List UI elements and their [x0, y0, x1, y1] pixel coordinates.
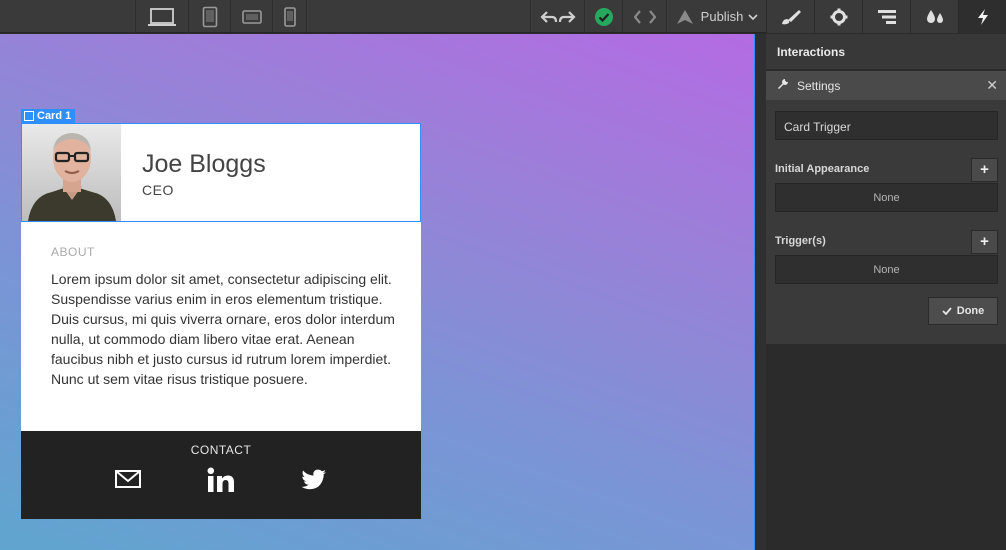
tab-style[interactable]	[766, 0, 814, 33]
twitter-icon[interactable]	[301, 469, 327, 491]
code-view-button[interactable]	[622, 0, 666, 33]
drops-icon	[926, 9, 943, 23]
tab-navigator[interactable]	[862, 0, 910, 33]
card-header[interactable]: Joe Bloggs CEO	[21, 123, 421, 222]
phone-icon	[283, 6, 296, 27]
undo-redo-group	[530, 0, 584, 33]
tablet-icon	[202, 6, 217, 27]
tab-settings[interactable]	[814, 0, 862, 33]
panel-tabs	[766, 0, 1006, 33]
publish-label: Publish	[700, 9, 744, 24]
settings-body: Card Trigger Initial Appearance + None T…	[766, 100, 1006, 344]
status-check-button[interactable]	[584, 0, 622, 33]
navigator-icon	[877, 9, 896, 24]
close-icon[interactable]: ✕	[986, 77, 998, 94]
canvas-divider	[756, 34, 766, 550]
done-label: Done	[956, 305, 985, 317]
about-heading: ABOUT	[51, 245, 95, 259]
interactions-panel: Interactions Settings ✕ Card Trigger Ini…	[766, 34, 1006, 550]
desktop-icon	[147, 7, 176, 26]
element-square-icon	[24, 111, 34, 121]
triggers-label: Trigger(s)	[775, 235, 826, 247]
add-trigger-button[interactable]: +	[971, 230, 998, 254]
contact-heading: CONTACT	[190, 443, 252, 457]
contact-section: CONTACT	[21, 431, 421, 519]
panel-title: Interactions	[766, 34, 1006, 70]
publish-button[interactable]: Publish	[666, 0, 766, 33]
wrench-icon	[778, 79, 788, 89]
code-icon	[633, 9, 656, 24]
settings-bar: Settings ✕	[766, 71, 1006, 100]
initial-appearance-label: Initial Appearance	[775, 163, 870, 175]
design-canvas[interactable]: Card 1 Joe Bloggs CEO ABOUT Lorem ipsum …	[0, 34, 755, 550]
profile-name: Joe Bloggs	[142, 150, 266, 178]
interaction-name-field[interactable]: Card Trigger	[775, 111, 998, 140]
device-tablet-button[interactable]	[188, 0, 230, 33]
device-desktop-button[interactable]	[135, 0, 187, 33]
undo-icon[interactable]	[539, 9, 558, 25]
chevron-down-icon	[748, 13, 758, 20]
tab-interactions[interactable]	[958, 0, 1006, 33]
publish-icon	[676, 9, 693, 24]
tablet-landscape-icon	[241, 9, 262, 24]
check-icon	[942, 307, 952, 315]
profile-role: CEO	[142, 182, 174, 198]
selection-label: Card 1	[37, 110, 72, 122]
gear-icon	[830, 8, 847, 25]
tab-symbols[interactable]	[910, 0, 958, 33]
settings-label: Settings	[797, 79, 841, 93]
check-circle-icon	[594, 7, 613, 26]
add-initial-appearance-button[interactable]: +	[971, 158, 998, 182]
mail-icon[interactable]	[115, 469, 141, 489]
device-phone-button[interactable]	[272, 0, 307, 33]
profile-card[interactable]: Joe Bloggs CEO ABOUT Lorem ipsum dolor s…	[21, 123, 421, 519]
initial-appearance-value[interactable]: None	[775, 183, 998, 212]
top-toolbar: Publish	[0, 0, 1006, 33]
avatar	[22, 124, 121, 221]
triggers-value[interactable]: None	[775, 255, 998, 284]
done-button[interactable]: Done	[928, 297, 998, 325]
linkedin-icon[interactable]	[207, 467, 235, 493]
device-tablet-landscape-button[interactable]	[230, 0, 272, 33]
selection-tag[interactable]: Card 1	[21, 109, 76, 123]
about-text: Lorem ipsum dolor sit amet, consectetur …	[51, 271, 395, 387]
brush-icon	[781, 9, 801, 24]
lightning-icon	[977, 8, 988, 25]
redo-icon[interactable]	[558, 9, 576, 25]
